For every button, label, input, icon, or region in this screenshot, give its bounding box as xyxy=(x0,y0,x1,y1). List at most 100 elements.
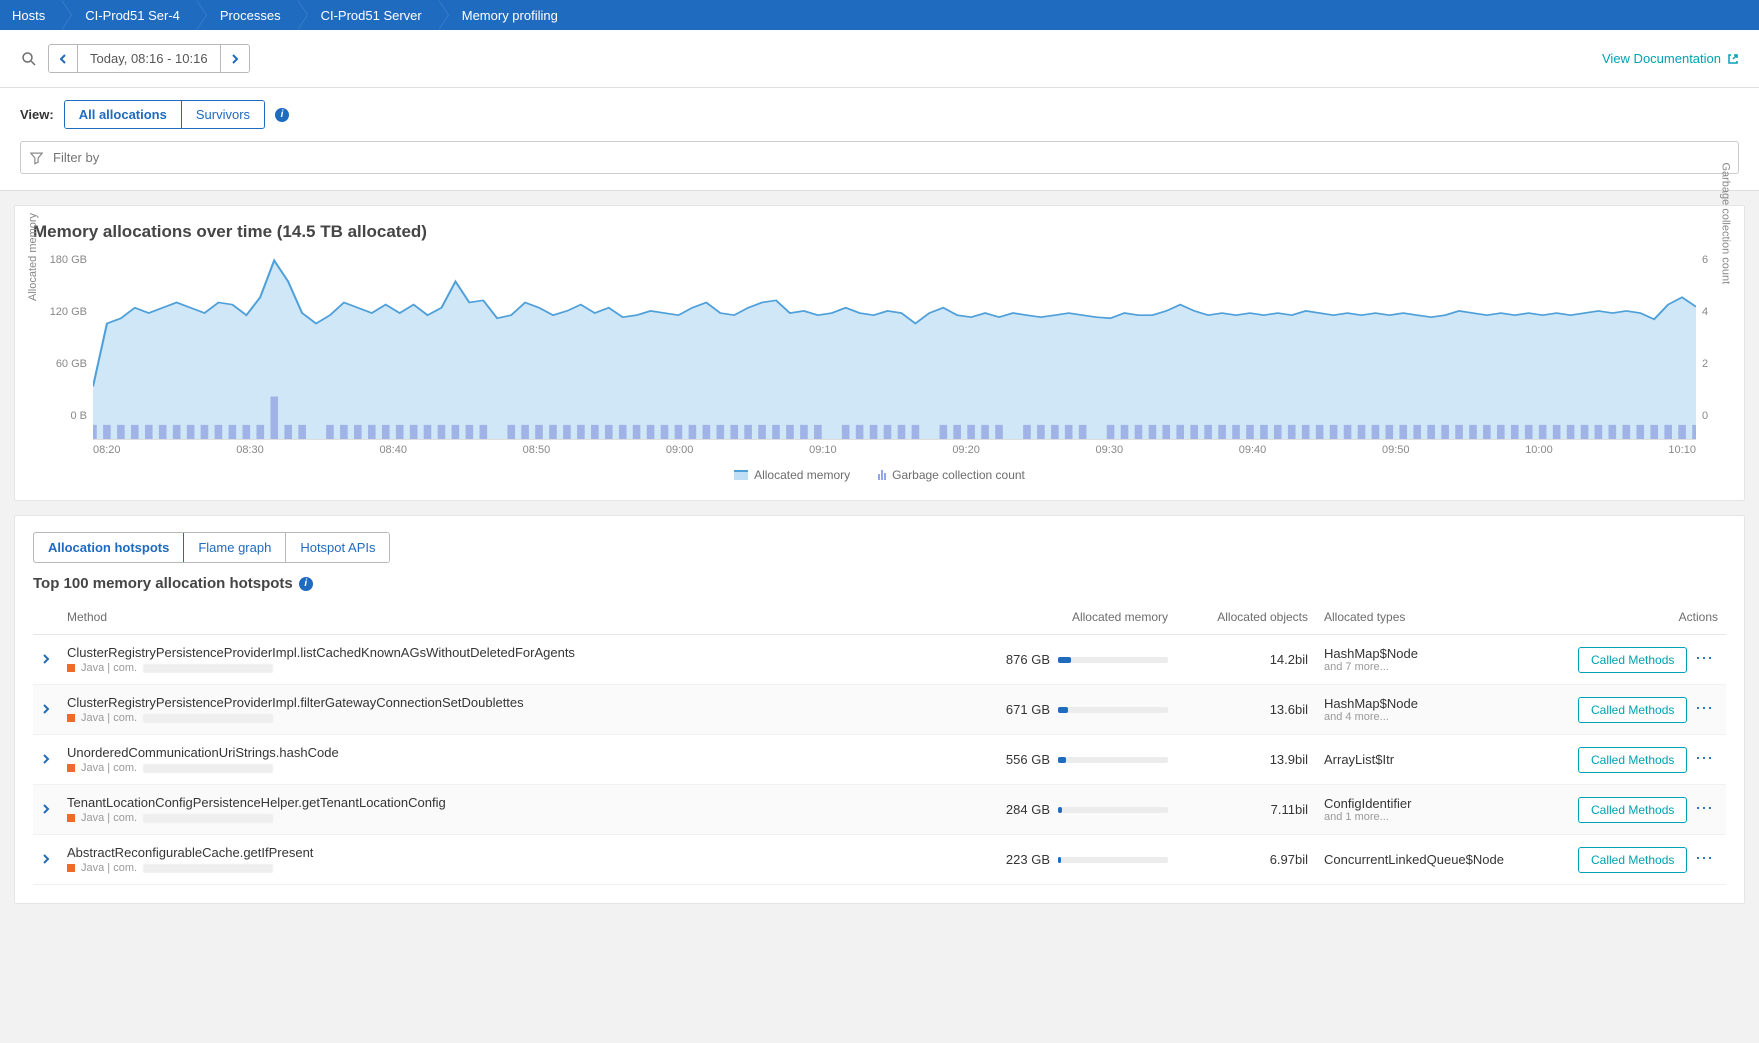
alloc-mem-bar xyxy=(1058,857,1168,863)
table-row: AbstractReconfigurableCache.getIfPresent… xyxy=(33,835,1726,885)
called-methods-button[interactable]: Called Methods xyxy=(1578,747,1687,773)
method-meta: Java | com. xyxy=(67,662,968,674)
bar-swatch-icon xyxy=(878,470,886,480)
expand-row-button[interactable] xyxy=(33,735,59,785)
breadcrumb-host[interactable]: CI-Prod51 Ser-4 xyxy=(61,0,196,30)
view-label: View: xyxy=(20,107,54,122)
tab-flame-graph[interactable]: Flame graph xyxy=(183,533,285,562)
legend-gc-count[interactable]: Garbage collection count xyxy=(878,468,1025,482)
method-meta: Java | com. xyxy=(67,712,968,724)
alloc-obj-value: 13.6bil xyxy=(1176,685,1316,735)
info-icon[interactable]: i xyxy=(299,577,313,591)
alloc-type: HashMap$Node xyxy=(1324,646,1528,661)
chevron-right-icon xyxy=(41,704,51,714)
timeframe-selector: Today, 08:16 - 10:16 xyxy=(48,44,250,73)
chevron-right-icon xyxy=(41,804,51,814)
chevron-right-icon xyxy=(41,654,51,664)
y-right-ticks: 6 4 2 0 xyxy=(1696,250,1726,440)
magnifier-icon[interactable] xyxy=(20,50,38,68)
view-toggle: All allocations Survivors xyxy=(64,100,265,129)
y-left-ticks: 180 GB 120 GB 60 GB 0 B xyxy=(33,250,93,440)
method-meta: Java | com. xyxy=(67,762,968,774)
row-more-actions-button[interactable]: ⋯ xyxy=(1691,848,1718,868)
chevron-left-icon xyxy=(58,54,68,64)
java-tech-icon xyxy=(67,864,75,872)
view-survivors[interactable]: Survivors xyxy=(181,101,264,128)
alloc-type: ConcurrentLinkedQueue$Node xyxy=(1324,852,1528,867)
alloc-mem-bar xyxy=(1058,657,1168,663)
view-all-allocations[interactable]: All allocations xyxy=(65,101,181,128)
alloc-mem-value: 223 GB xyxy=(1006,852,1050,867)
alloc-mem-bar xyxy=(1058,707,1168,713)
legend-allocated-memory[interactable]: Allocated memory xyxy=(734,468,850,482)
alloc-type: HashMap$Node xyxy=(1324,696,1528,711)
expand-row-button[interactable] xyxy=(33,635,59,685)
timeframe-next-button[interactable] xyxy=(221,45,249,72)
row-more-actions-button[interactable]: ⋯ xyxy=(1691,748,1718,768)
java-tech-icon xyxy=(67,814,75,822)
redacted-package xyxy=(143,864,273,873)
breadcrumb-current: Memory profiling xyxy=(438,0,574,30)
called-methods-button[interactable]: Called Methods xyxy=(1578,847,1687,873)
alloc-type-more[interactable]: and 7 more... xyxy=(1324,661,1528,673)
alloc-type-more[interactable]: and 4 more... xyxy=(1324,711,1528,723)
hotspots-table: Method Allocated memory Allocated object… xyxy=(33,600,1726,885)
col-alloc-obj[interactable]: Allocated objects xyxy=(1176,600,1316,635)
method-name: TenantLocationConfigPersistenceHelper.ge… xyxy=(67,795,968,810)
hotspot-section-title: Top 100 memory allocation hotspots xyxy=(33,575,293,592)
expand-row-button[interactable] xyxy=(33,685,59,735)
called-methods-button[interactable]: Called Methods xyxy=(1578,697,1687,723)
row-more-actions-button[interactable]: ⋯ xyxy=(1691,798,1718,818)
alloc-type-more[interactable]: and 1 more... xyxy=(1324,811,1528,823)
alloc-obj-value: 13.9bil xyxy=(1176,735,1316,785)
col-alloc-types[interactable]: Allocated types xyxy=(1316,600,1536,635)
breadcrumb-processes[interactable]: Processes xyxy=(196,0,297,30)
alloc-obj-value: 6.97bil xyxy=(1176,835,1316,885)
chevron-right-icon xyxy=(230,54,240,64)
expand-row-button[interactable] xyxy=(33,835,59,885)
tab-allocation-hotspots[interactable]: Allocation hotspots xyxy=(33,532,184,563)
timeframe-label[interactable]: Today, 08:16 - 10:16 xyxy=(77,45,221,72)
filter-icon xyxy=(30,151,43,164)
alloc-type: ArrayList$Itr xyxy=(1324,752,1528,767)
redacted-package xyxy=(143,814,273,823)
external-link-icon xyxy=(1727,53,1739,65)
table-row: TenantLocationConfigPersistenceHelper.ge… xyxy=(33,785,1726,835)
redacted-package xyxy=(143,764,273,773)
method-name: ClusterRegistryPersistenceProviderImpl.f… xyxy=(67,695,968,710)
info-icon[interactable]: i xyxy=(275,108,289,122)
expand-row-button[interactable] xyxy=(33,785,59,835)
method-meta: Java | com. xyxy=(67,862,968,874)
breadcrumb-process[interactable]: CI-Prod51 Server xyxy=(297,0,438,30)
java-tech-icon xyxy=(67,764,75,772)
filter-input[interactable] xyxy=(20,141,1739,174)
chevron-right-icon xyxy=(41,854,51,864)
view-documentation-link[interactable]: View Documentation xyxy=(1602,51,1739,66)
col-alloc-mem[interactable]: Allocated memory xyxy=(976,600,1176,635)
alloc-mem-bar xyxy=(1058,757,1168,763)
table-row: ClusterRegistryPersistenceProviderImpl.f… xyxy=(33,685,1726,735)
hotspot-tabs: Allocation hotspots Flame graph Hotspot … xyxy=(33,532,390,563)
filter-bar: View: All allocations Survivors i xyxy=(0,88,1759,191)
timeframe-prev-button[interactable] xyxy=(49,45,77,72)
row-more-actions-button[interactable]: ⋯ xyxy=(1691,648,1718,668)
alloc-type: ConfigIdentifier xyxy=(1324,796,1528,811)
x-ticks: 08:2008:30 08:4008:50 09:0009:10 09:2009… xyxy=(33,440,1696,456)
chart-plot[interactable] xyxy=(93,250,1696,440)
method-name: AbstractReconfigurableCache.getIfPresent xyxy=(67,845,968,860)
alloc-mem-value: 556 GB xyxy=(1006,752,1050,767)
alloc-mem-value: 671 GB xyxy=(1006,702,1050,717)
col-method[interactable]: Method xyxy=(59,600,976,635)
alloc-mem-bar xyxy=(1058,807,1168,813)
chevron-right-icon xyxy=(41,754,51,764)
col-actions: Actions xyxy=(1536,600,1726,635)
java-tech-icon xyxy=(67,664,75,672)
tab-hotspot-apis[interactable]: Hotspot APIs xyxy=(285,533,389,562)
called-methods-button[interactable]: Called Methods xyxy=(1578,797,1687,823)
alloc-mem-value: 876 GB xyxy=(1006,652,1050,667)
method-name: UnorderedCommunicationUriStrings.hashCod… xyxy=(67,745,968,760)
called-methods-button[interactable]: Called Methods xyxy=(1578,647,1687,673)
breadcrumb-hosts[interactable]: Hosts xyxy=(0,0,61,30)
area-swatch-icon xyxy=(734,470,748,480)
row-more-actions-button[interactable]: ⋯ xyxy=(1691,698,1718,718)
